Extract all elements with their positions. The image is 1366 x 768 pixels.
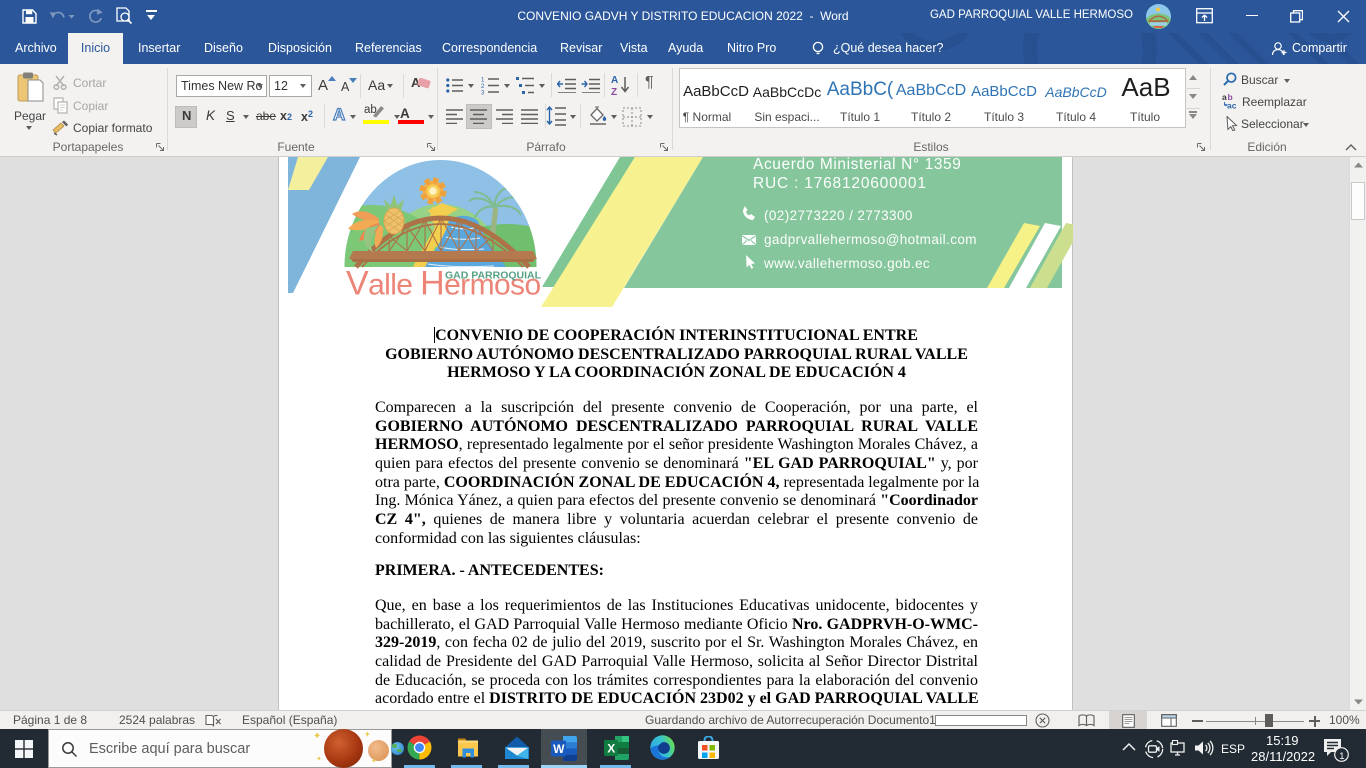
svg-text:Acuerdo Ministerial N° 1359: Acuerdo Ministerial N° 1359 (753, 157, 962, 173)
svg-text:W: W (553, 742, 565, 756)
svg-text:RUC : 1768120600001: RUC : 1768120600001 (753, 175, 927, 192)
svg-text:GAD PARROQUIAL: GAD PARROQUIAL (445, 270, 542, 282)
svg-text:(02)2773220 / 2773300: (02)2773220 / 2773300 (764, 208, 913, 223)
svg-text:gadprvallehermoso@hotmail.com: gadprvallehermoso@hotmail.com (764, 232, 977, 247)
svg-text:ac: ac (1227, 101, 1237, 110)
svg-text:www.vallehermoso.gob.ec: www.vallehermoso.gob.ec (763, 256, 930, 271)
svg-text:2: 2 (481, 84, 485, 90)
svg-text:3: 3 (481, 91, 485, 96)
svg-text:1: 1 (481, 78, 485, 84)
svg-text:1: 1 (1339, 751, 1344, 762)
svg-text:Z: Z (611, 87, 617, 96)
svg-text:A: A (611, 75, 618, 86)
svg-text:X: X (607, 742, 615, 756)
